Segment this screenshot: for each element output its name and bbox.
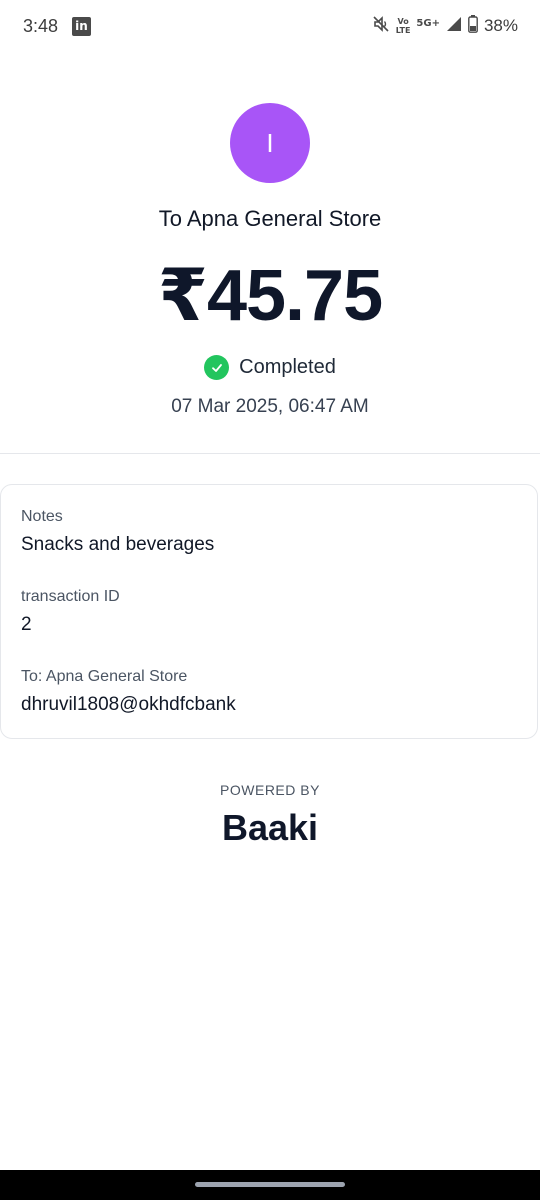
- payee-title: To Apna General Store: [158, 206, 382, 231]
- recipient-label: To: Apna General Store: [21, 668, 188, 685]
- recipient-upi-id: dhruvil1808@okhdfcbank: [21, 694, 236, 715]
- battery-percent: 38%: [483, 16, 518, 35]
- volte-icon: Vo LTE: [395, 17, 411, 35]
- avatar: I: [230, 103, 310, 183]
- navigation-bar: [0, 1170, 540, 1200]
- linkedin-icon: in: [72, 17, 91, 36]
- notes-label: Notes: [21, 508, 63, 525]
- timestamp: 07 Mar 2025, 06:47 AM: [171, 396, 369, 417]
- home-indicator[interactable]: [195, 1182, 345, 1187]
- transaction-id-label: transaction ID: [21, 588, 120, 605]
- details-card: Notes Snacks and beverages transaction I…: [0, 484, 538, 739]
- powered-by-label: POWERED BY: [220, 782, 320, 798]
- status-icons: Vo LTE 5G+ 38%: [372, 14, 518, 38]
- signal-icon: [446, 16, 462, 37]
- payment-status: Completed: [0, 355, 540, 380]
- status-bar: 3:48 in Vo LTE 5G+ 38%: [0, 0, 540, 54]
- status-time: 3:48: [23, 16, 59, 36]
- notes-value: Snacks and beverages: [21, 534, 215, 555]
- battery-icon: [468, 14, 478, 38]
- 5g-icon: 5G+: [416, 17, 440, 29]
- amount: ₹45.75: [157, 256, 383, 336]
- mute-icon: [372, 15, 390, 38]
- divider: [0, 453, 540, 454]
- check-icon: [204, 355, 230, 380]
- status-text: Completed: [239, 356, 336, 378]
- transaction-id-value: 2: [21, 614, 32, 635]
- brand-logo: Baaki: [221, 807, 319, 848]
